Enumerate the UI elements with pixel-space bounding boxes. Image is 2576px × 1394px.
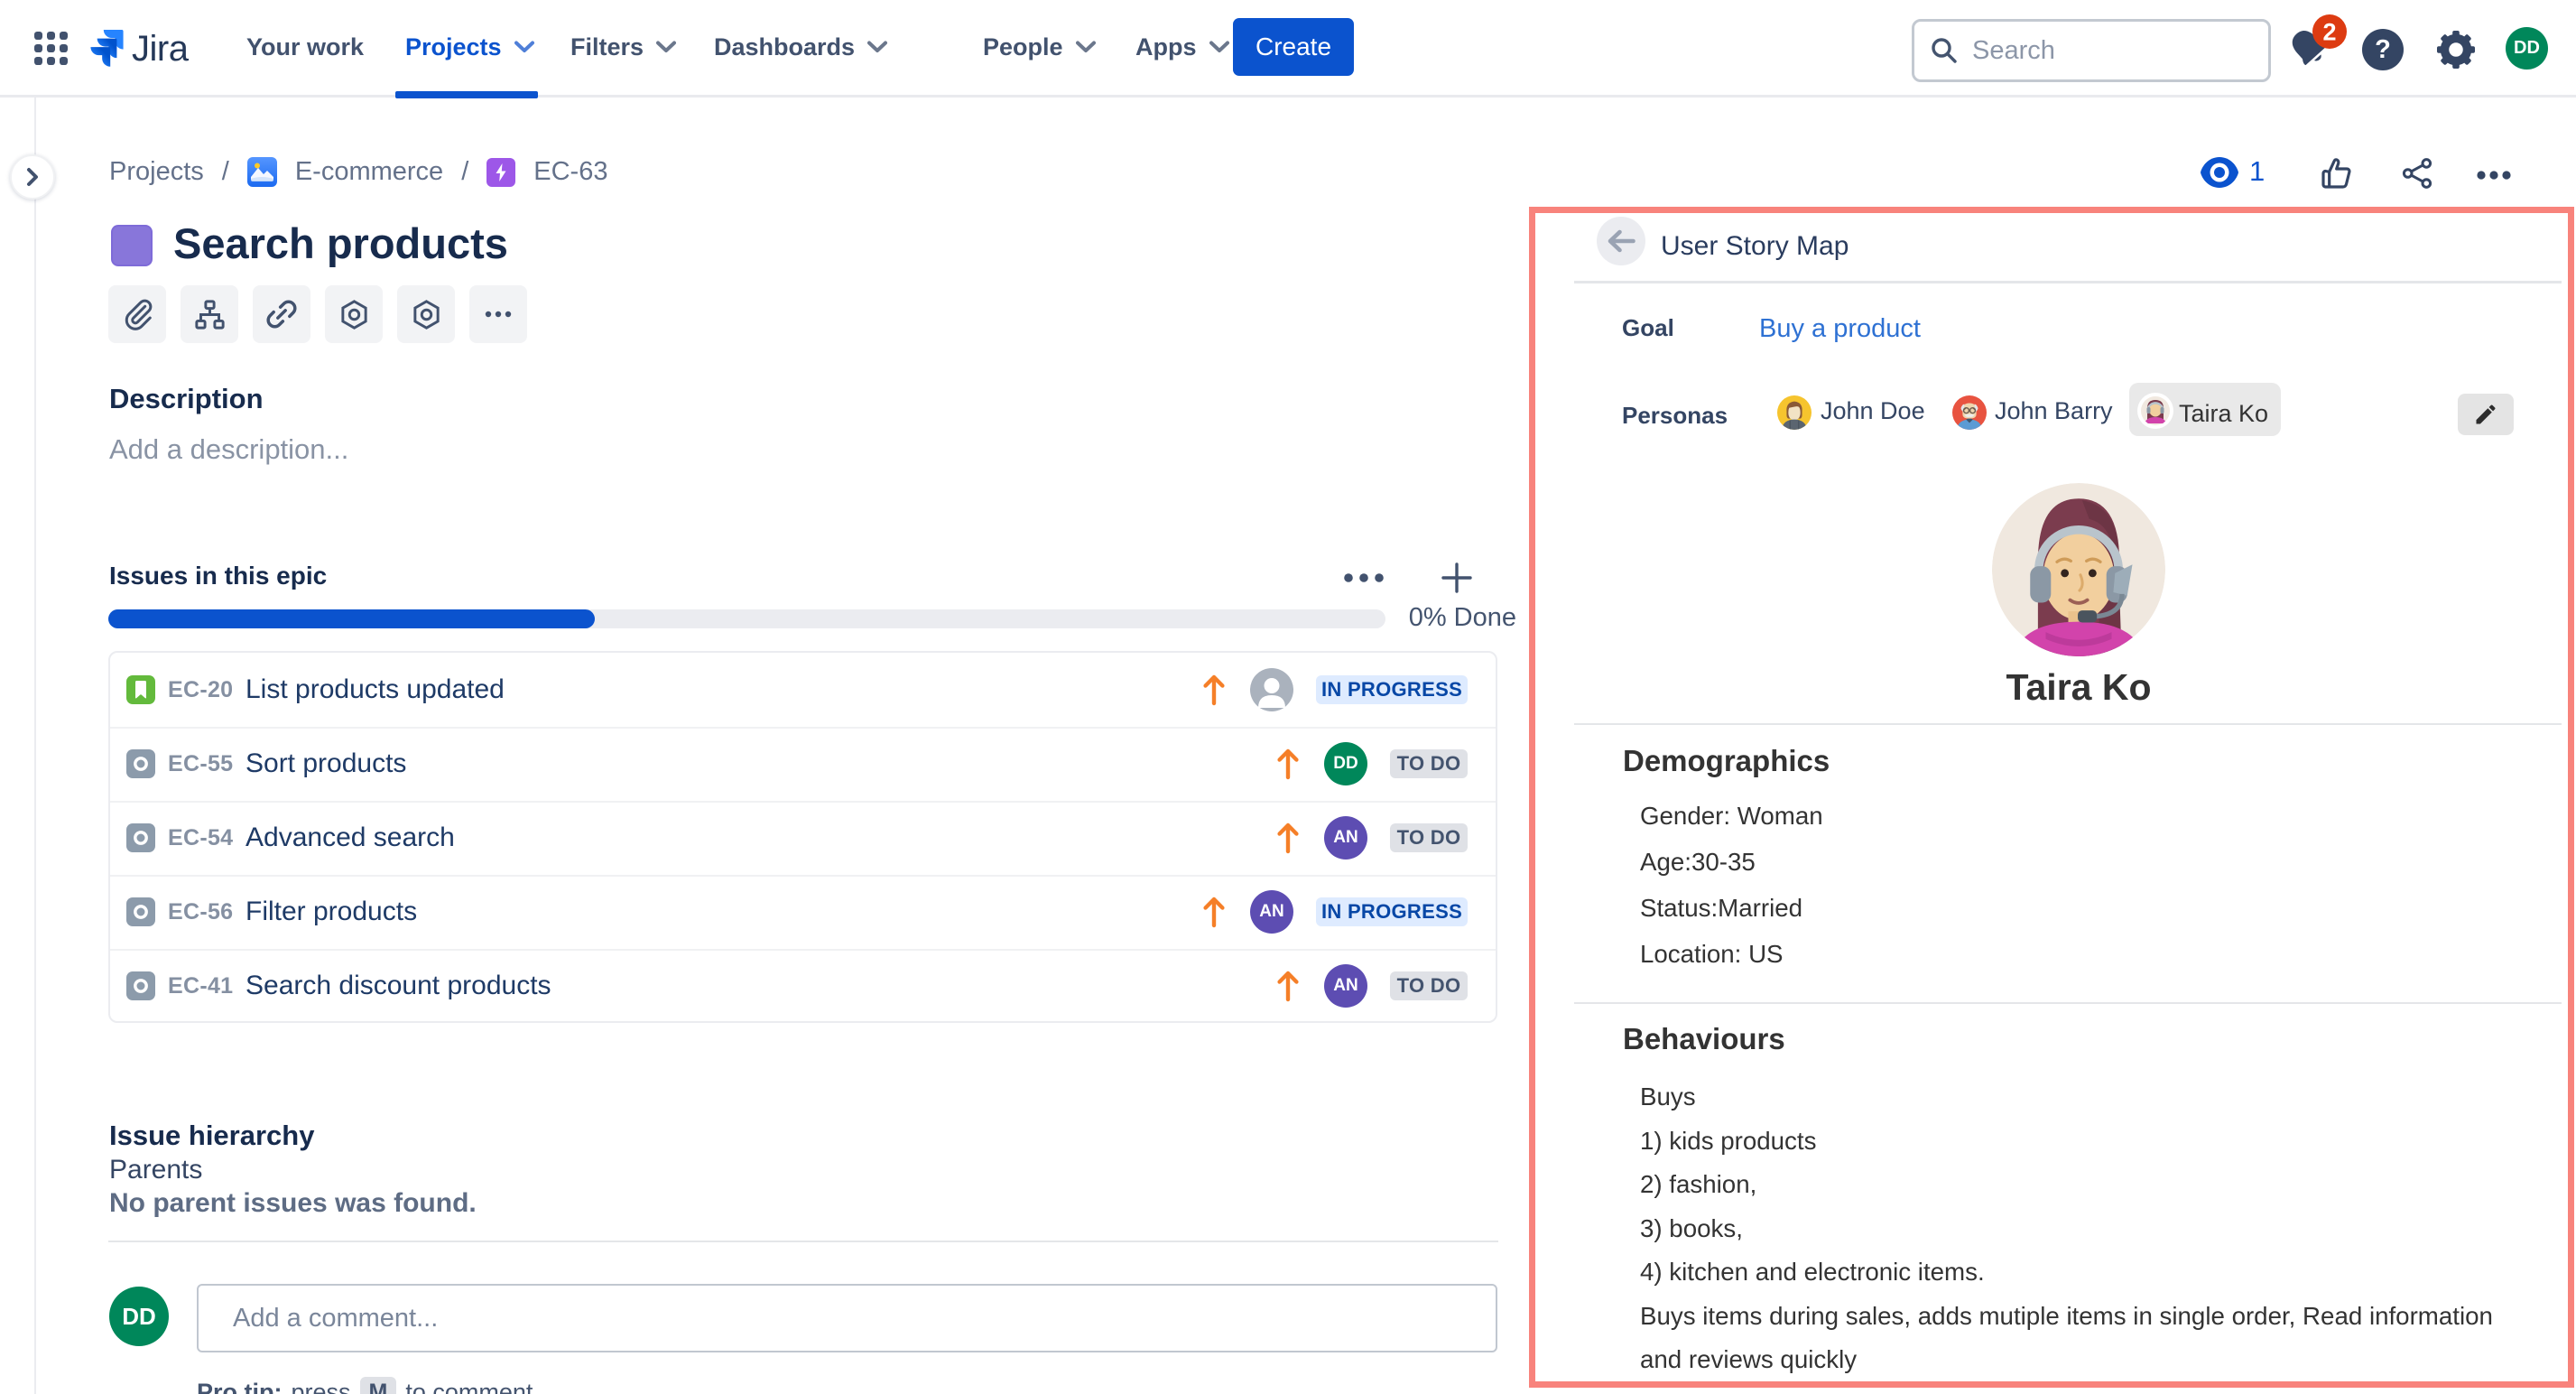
svg-text:2: 2 (2322, 19, 2336, 46)
